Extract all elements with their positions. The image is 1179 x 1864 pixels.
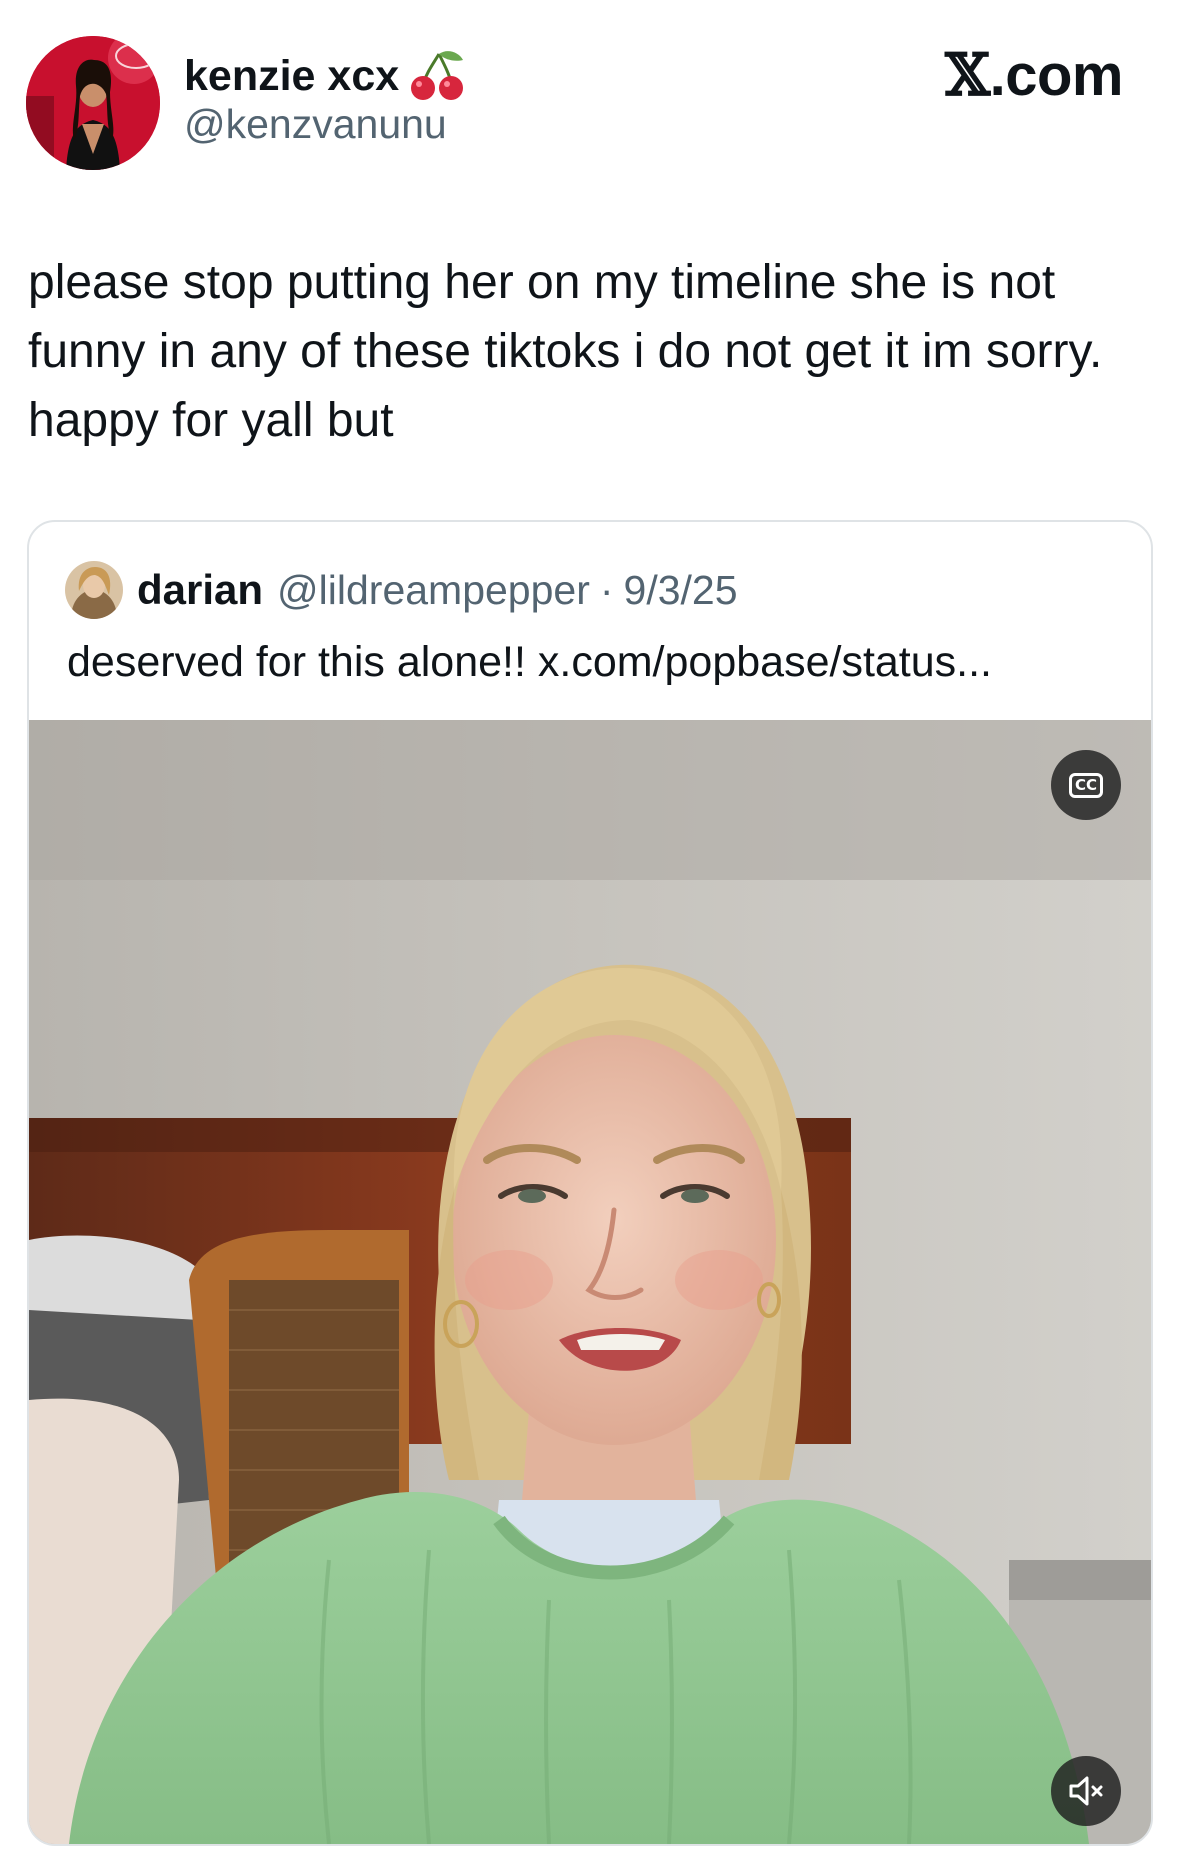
tweet-text: please stop putting her on my timeline s… — [28, 256, 1103, 447]
muted-speaker-icon — [1069, 1776, 1103, 1806]
site-label-suffix: .com — [989, 43, 1124, 108]
volume-button[interactable] — [1051, 1756, 1121, 1826]
quoted-tweet-date[interactable]: 9/3/25 — [624, 567, 738, 614]
quoted-tweet-card[interactable]: darian @lildreampepper · 9/3/25 deserved… — [27, 520, 1153, 1846]
quoted-author-avatar[interactable] — [65, 561, 123, 619]
quoted-tweet-text: deserved for this alone!! x.com/popbase/… — [67, 638, 993, 686]
quoted-tweet-header: darian @lildreampepper · 9/3/25 — [65, 560, 738, 620]
cherries-emoji-icon — [409, 50, 467, 102]
closed-captions-icon: CC — [1068, 772, 1104, 798]
closed-captions-button[interactable]: CC — [1051, 750, 1121, 820]
x-logo-icon: 𝕏 — [945, 41, 990, 109]
quoted-author-handle[interactable]: @lildreampepper — [277, 567, 590, 614]
quoted-separator: · — [599, 566, 614, 613]
author-handle[interactable]: @kenzvanunu — [184, 104, 447, 145]
author-display-name[interactable]: kenzie xcx — [184, 54, 399, 98]
author-name-row: kenzie xcx — [184, 50, 467, 102]
quoted-author-name[interactable]: darian — [137, 566, 263, 614]
quoted-tweet-video[interactable]: CC — [29, 720, 1151, 1844]
author-avatar[interactable] — [26, 36, 160, 170]
site-label: 𝕏.com — [945, 46, 1123, 105]
